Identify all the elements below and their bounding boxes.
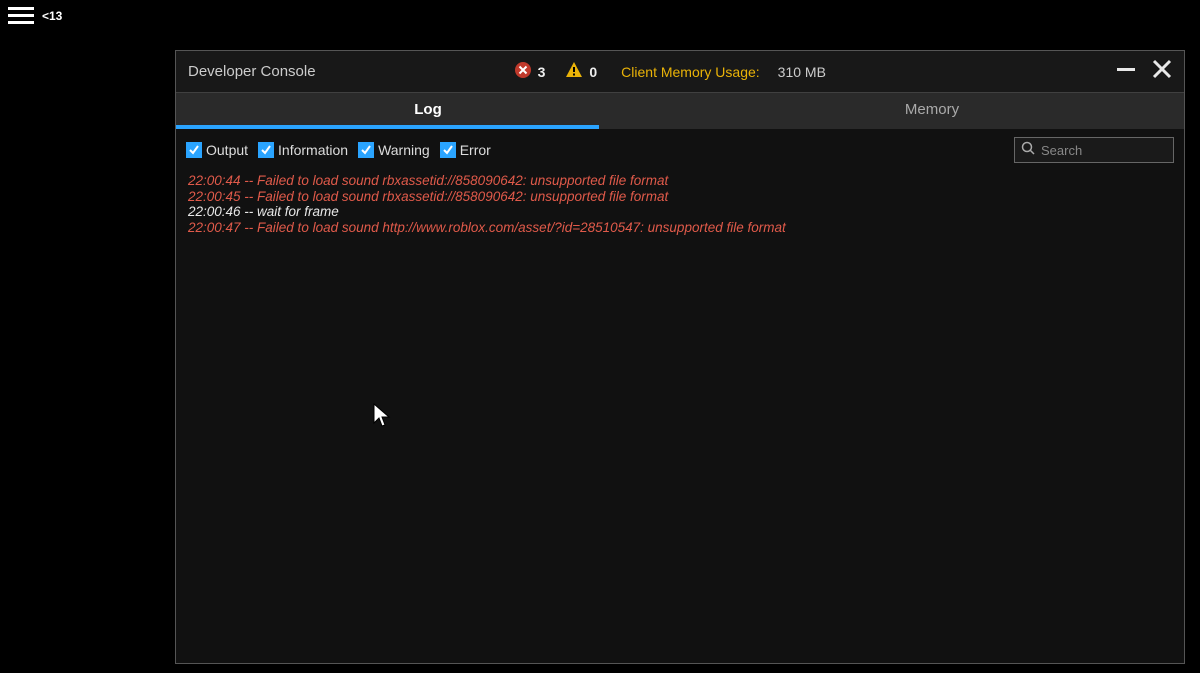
filter-error-label: Error [460, 142, 491, 158]
search-box[interactable] [1014, 137, 1174, 163]
tab-log[interactable]: Log [176, 93, 680, 125]
tab-memory[interactable]: Memory [680, 93, 1184, 125]
filter-information-label: Information [278, 142, 348, 158]
filter-information[interactable]: Information [258, 142, 348, 158]
memory-usage-label: Client Memory Usage: [621, 64, 760, 80]
filter-output[interactable]: Output [186, 142, 248, 158]
log-line: 22:00:44 -- Failed to load sound rbxasse… [188, 173, 1172, 189]
window-title: Developer Console [188, 63, 316, 80]
log-line: 22:00:45 -- Failed to load sound rbxasse… [188, 189, 1172, 205]
minimize-button[interactable] [1116, 59, 1136, 84]
log-output[interactable]: 22:00:44 -- Failed to load sound rbxasse… [176, 171, 1184, 663]
close-button[interactable] [1152, 59, 1172, 84]
warning-status: 0 [565, 61, 603, 82]
error-icon [514, 61, 532, 82]
search-icon [1021, 141, 1035, 160]
age-label: <13 [42, 9, 62, 23]
warning-icon [565, 61, 583, 82]
topbar: <13 [8, 6, 62, 26]
error-count: 3 [538, 64, 546, 80]
checkbox-icon [258, 142, 274, 158]
filter-warning-label: Warning [378, 142, 430, 158]
search-input[interactable] [1041, 143, 1200, 158]
tab-memory-label: Memory [905, 101, 959, 118]
log-line: 22:00:47 -- Failed to load sound http://… [188, 220, 1172, 236]
hamburger-menu-icon[interactable] [8, 6, 34, 26]
checkbox-icon [358, 142, 374, 158]
error-status: 3 [514, 61, 552, 82]
filter-output-label: Output [206, 142, 248, 158]
developer-console-window: Developer Console 3 0 Client Memory U [175, 50, 1185, 664]
warning-count: 0 [589, 64, 597, 80]
tab-bar: Log Memory [176, 93, 1184, 125]
log-line: 22:00:46 -- wait for frame [188, 204, 1172, 220]
memory-usage-value: 310 MB [778, 64, 826, 80]
checkbox-icon [186, 142, 202, 158]
checkbox-icon [440, 142, 456, 158]
filter-bar: Output Information Warning Error [176, 129, 1184, 171]
filter-error[interactable]: Error [440, 142, 491, 158]
tab-log-label: Log [414, 101, 442, 118]
filter-warning[interactable]: Warning [358, 142, 430, 158]
titlebar: Developer Console 3 0 Client Memory U [176, 51, 1184, 93]
